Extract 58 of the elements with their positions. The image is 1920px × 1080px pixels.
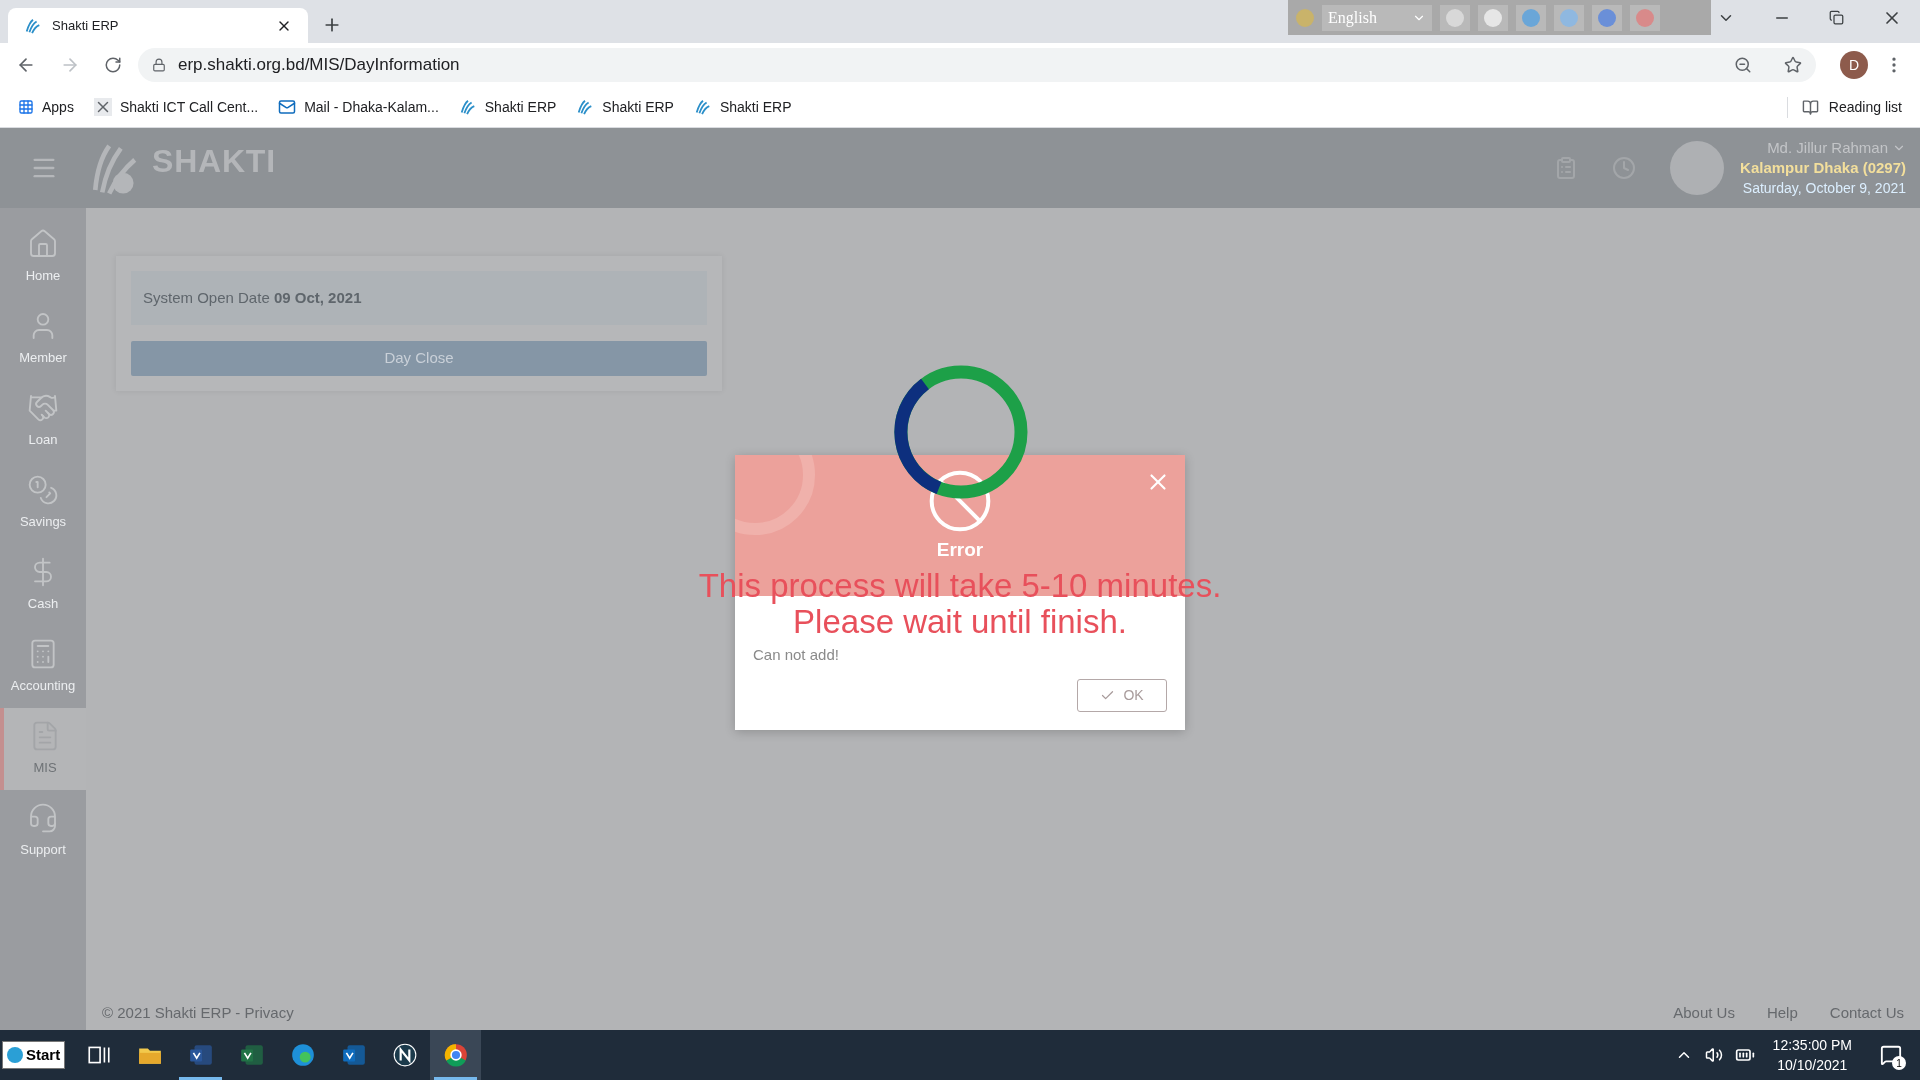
headset-icon xyxy=(27,802,59,835)
bookmark-item[interactable]: Mail - Dhaka-Kalam... xyxy=(278,96,439,118)
restore-icon[interactable] xyxy=(1829,10,1844,25)
browser-tab[interactable]: Shakti ERP xyxy=(8,8,308,43)
bookmark-item[interactable]: Shakti ERP xyxy=(458,96,557,118)
bookmark-item[interactable]: Shakti ICT Call Cent... xyxy=(93,96,259,118)
copyright-text: © 2021 Shakti ERP - xyxy=(102,1002,242,1023)
bookmark-item[interactable]: Shakti ERP xyxy=(693,96,792,118)
sidebar-item[interactable]: Member xyxy=(0,298,86,380)
language-selector[interactable]: English xyxy=(1322,4,1432,31)
reading-list-button[interactable]: Reading list xyxy=(1786,96,1902,118)
clock-display[interactable]: 12:35:00 PM 10/10/2021 xyxy=(1772,1035,1852,1075)
branch-name: Kalampur Dhaka (0297) xyxy=(1740,158,1906,178)
sidebar-item[interactable]: MIS xyxy=(0,708,86,790)
footer-link[interactable]: About Us xyxy=(1673,1001,1735,1025)
footer-link[interactable]: Contact Us xyxy=(1829,1001,1904,1025)
loading-message: Please wait until finish. xyxy=(793,604,1127,640)
browser-swirl-icon xyxy=(289,1042,316,1068)
sidebar-item[interactable]: Savings xyxy=(0,462,86,544)
notification-icon[interactable] xyxy=(1880,1044,1902,1066)
running-indicator xyxy=(434,1077,478,1080)
sidebar-item[interactable]: Cash xyxy=(0,544,86,626)
lock-icon xyxy=(152,58,166,72)
browser-ball-icon xyxy=(442,1042,469,1068)
leaf-logo-icon xyxy=(24,16,42,35)
mail-icon xyxy=(278,98,297,116)
bookmark-star-icon[interactable] xyxy=(1784,56,1802,74)
speaker-icon[interactable] xyxy=(1704,1046,1723,1064)
sidebar-item[interactable]: Home xyxy=(0,216,86,298)
footer-link[interactable]: Help xyxy=(1766,1001,1798,1025)
apps-grid-icon xyxy=(18,99,34,115)
bookmark-item[interactable]: Shakti ERP xyxy=(576,96,674,118)
privacy-link[interactable]: Privacy xyxy=(244,1001,294,1025)
date-info-box: System Open Date 09 Oct, 2021 xyxy=(131,271,707,325)
zoom-icon[interactable] xyxy=(1734,56,1752,74)
dialog-message: Can not add! xyxy=(753,645,840,665)
running-indicator xyxy=(179,1077,223,1080)
sidebar-item[interactable]: Accounting xyxy=(0,626,86,708)
bookmark-item[interactable]: Apps xyxy=(18,96,74,118)
leaf-logo-icon xyxy=(693,98,712,116)
day-close-button[interactable]: Day Close xyxy=(131,341,707,376)
start-button[interactable]: Start xyxy=(2,1041,66,1069)
coins-icon xyxy=(27,474,59,507)
tab-title: Shakti ERP xyxy=(52,16,120,35)
profile-avatar[interactable]: D xyxy=(1840,51,1868,79)
current-date: Saturday, October 9, 2021 xyxy=(1742,179,1906,198)
ok-button[interactable]: OK xyxy=(1077,679,1167,712)
reload-icon[interactable] xyxy=(104,56,122,74)
globe-icon xyxy=(7,1047,23,1063)
leaf-logo-icon xyxy=(458,98,477,116)
reading-list-icon xyxy=(1801,98,1819,116)
round-app-icon xyxy=(391,1042,418,1068)
dialog-title: Error xyxy=(936,539,984,561)
sidebar-item[interactable]: Loan xyxy=(0,380,86,462)
crossed-page-icon xyxy=(93,98,112,116)
notification-count: 1 xyxy=(1892,1056,1906,1070)
address-field[interactable]: erp.shakti.org.bd/MIS/DayInformation xyxy=(138,48,1816,82)
sidebar-item[interactable]: Support xyxy=(0,790,86,872)
